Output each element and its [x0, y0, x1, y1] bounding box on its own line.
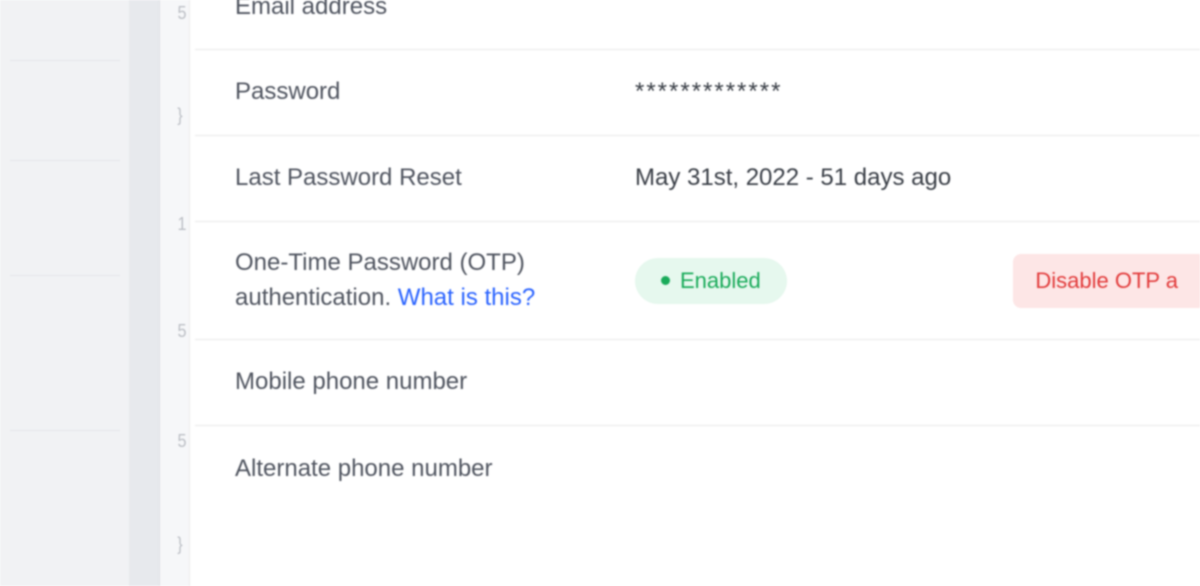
badge-otp-status: Enabled: [635, 258, 787, 304]
label-alternate-phone: Alternate phone number: [235, 452, 635, 487]
row-alternate-phone: Alternate phone number: [195, 426, 1200, 512]
label-last-password-reset: Last Password Reset: [235, 161, 635, 196]
status-dot-icon: [661, 276, 670, 285]
link-what-is-this[interactable]: What is this?: [398, 284, 535, 311]
row-mobile-phone: Mobile phone number: [195, 340, 1200, 426]
disable-otp-button[interactable]: Disable OTP a: [1013, 254, 1200, 308]
row-last-password-reset: Last Password Reset May 31st, 2022 - 51 …: [195, 136, 1200, 222]
label-otp: One-Time Password (OTP) authentication. …: [235, 246, 635, 316]
label-mobile-phone: Mobile phone number: [235, 365, 635, 400]
badge-otp-status-text: Enabled: [680, 268, 761, 294]
row-password: Password *************: [195, 50, 1200, 136]
label-email: Email address: [235, 0, 635, 25]
value-last-password-reset: May 31st, 2022 - 51 days ago: [635, 164, 1200, 192]
value-otp: Enabled: [635, 258, 1013, 304]
account-settings-panel: Email address Password ************* Las…: [195, 0, 1200, 586]
label-password: Password: [235, 75, 635, 110]
value-password: *************: [635, 78, 1200, 106]
row-otp: One-Time Password (OTP) authentication. …: [195, 222, 1200, 341]
row-email: Email address: [195, 0, 1200, 50]
